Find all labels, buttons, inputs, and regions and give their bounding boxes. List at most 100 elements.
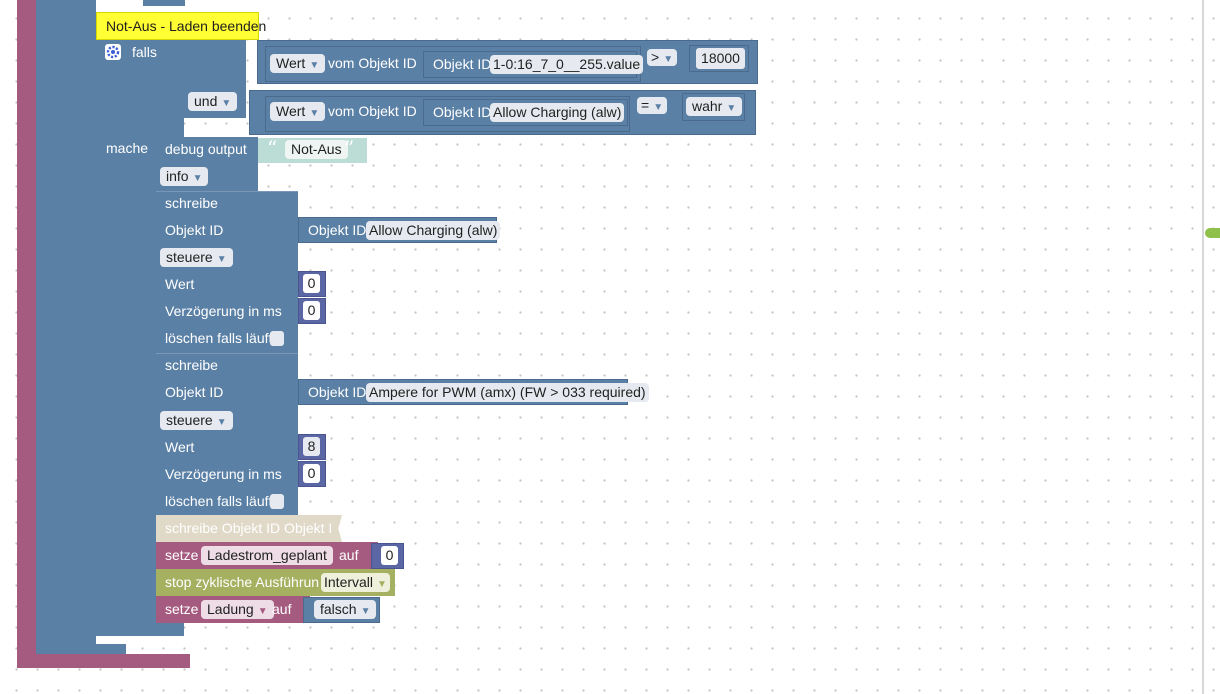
debug-level-dropdown[interactable]: info ▼: [160, 167, 209, 186]
debug-text-field[interactable]: Not-Aus: [285, 140, 348, 159]
cond2-object-name: Allow Charging (alw): [493, 104, 622, 120]
set-variable-block-1[interactable]: setze Ladestrom_geplant auf: [156, 542, 378, 569]
write1-delay-label: Verzögerung in ms: [165, 303, 282, 319]
cond2-operator-dropdown[interactable]: = ▼: [637, 97, 668, 114]
wrapper-block[interactable]: [36, 0, 96, 654]
cond2-from-label: vom Objekt ID: [328, 103, 417, 119]
set2-bool-dropdown[interactable]: falsch ▼: [314, 600, 377, 619]
cond2-operator-label: =: [641, 97, 650, 113]
set-variable-block-2[interactable]: setze Ladung ▼ auf: [156, 596, 310, 623]
cond1-from-label: vom Objekt ID: [328, 55, 417, 71]
and-operator-label: und: [194, 93, 218, 109]
write1-title: schreibe: [165, 195, 218, 211]
cond2-mode-label: Wert: [276, 103, 306, 119]
write2-object-label: Objekt ID: [165, 384, 224, 400]
quote-open-icon: “: [267, 136, 278, 160]
chevron-down-icon: ▼: [216, 417, 227, 428]
cond2-object-prefix: Objekt ID: [433, 104, 492, 120]
outer-event-block-bottom: [17, 654, 190, 668]
comment-box[interactable]: Not-Aus - Laden beenden: [96, 12, 266, 40]
disabled-write-label: schreibe Objekt ID Objekt I: [165, 520, 333, 536]
set2-bool-label: falsch: [320, 601, 357, 617]
and-operator-dropdown[interactable]: und ▼: [188, 92, 238, 111]
write1-object-label: Objekt ID: [165, 222, 224, 238]
write1-value-label: Wert: [165, 276, 195, 292]
write2-clear-checkbox[interactable]: [270, 494, 284, 509]
write1-clear-label: löschen falls läuft: [165, 330, 273, 346]
debug-text-block[interactable]: “ Not-Aus ”: [258, 138, 367, 163]
cond2-object-field[interactable]: Allow Charging (alw): [490, 103, 625, 122]
write2-delay-label: Verzögerung in ms: [165, 466, 282, 482]
write1-object-prefix: Objekt ID: [308, 222, 367, 238]
chevron-down-icon: ▼: [360, 606, 371, 617]
write2-value-label: Wert: [165, 439, 195, 455]
if-label: falls: [132, 44, 157, 60]
write2-object-field[interactable]: Ampere for PWM (amx) (FW > 033 required): [366, 383, 649, 402]
write2-delay-field[interactable]: 0: [303, 464, 320, 483]
stop-interval-block[interactable]: stop zyklische Ausführun Intervall ▼: [156, 569, 395, 596]
debug-output-label: debug output: [165, 141, 247, 157]
write1-clear-checkbox[interactable]: [270, 331, 284, 346]
stop-interval-label: stop zyklische Ausführun: [165, 574, 320, 590]
outer-event-block[interactable]: [17, 0, 36, 668]
chevron-down-icon: ▼: [192, 173, 203, 184]
write2-mode-label: steuere: [166, 412, 213, 428]
write2-clear-label: löschen falls läuft: [165, 493, 273, 509]
write2-mode-dropdown[interactable]: steuere ▼: [160, 411, 233, 430]
wrapper-block-bottom: [36, 644, 126, 654]
disabled-write-block[interactable]: schreibe Objekt ID Objekt I: [156, 515, 342, 542]
write2-delay: 0: [307, 465, 316, 481]
write1-object-name: Allow Charging (alw): [369, 222, 498, 238]
chevron-down-icon: ▼: [309, 60, 320, 71]
cond1-number-field[interactable]: 18000: [696, 48, 745, 69]
cond2-mode-dropdown[interactable]: Wert ▼: [270, 102, 326, 121]
chevron-down-icon: ▼: [663, 54, 674, 65]
debug-level-label: info: [166, 168, 189, 184]
gear-icon[interactable]: [105, 44, 121, 60]
stop-interval-name: Intervall: [324, 574, 374, 590]
cond2-bool-label: wahr: [692, 98, 723, 114]
cond1-operator-label: >: [651, 49, 660, 65]
set1-to-label: auf: [339, 547, 359, 563]
write2-value-field[interactable]: 8: [303, 437, 320, 456]
wrapper-top-stub: [143, 0, 185, 6]
write1-delay: 0: [307, 302, 316, 318]
write1-object-field[interactable]: Allow Charging (alw): [366, 221, 501, 240]
chevron-down-icon: ▼: [726, 103, 737, 114]
cond1-mode-label: Wert: [276, 55, 306, 71]
chevron-down-icon: ▼: [653, 102, 664, 113]
write2-value: 8: [307, 438, 316, 454]
chevron-down-icon: ▼: [309, 108, 320, 119]
write-block-2[interactable]: [156, 353, 298, 515]
write2-object-prefix: Objekt ID: [308, 384, 367, 400]
cond1-object-field[interactable]: 1-0:16_7_0__255.value: [490, 55, 644, 74]
cond1-number-value: 18000: [701, 50, 740, 66]
write1-delay-field[interactable]: 0: [303, 301, 320, 320]
do-label: mache: [106, 140, 149, 156]
workspace-scrollbar[interactable]: [1202, 0, 1204, 694]
do-block-bottom: [156, 623, 184, 636]
quote-close-icon: ”: [344, 136, 355, 160]
write1-value-field[interactable]: 0: [303, 274, 320, 293]
set1-value: 0: [385, 547, 394, 563]
cond1-object-prefix: Objekt ID: [433, 56, 492, 72]
cond2-bool-dropdown[interactable]: wahr ▼: [686, 97, 743, 116]
set1-variable-dropdown[interactable]: Ladestrom_geplant: [201, 546, 333, 565]
connector-stub: [1205, 228, 1220, 238]
set1-value-field[interactable]: 0: [381, 546, 398, 565]
cond1-operator-dropdown[interactable]: > ▼: [647, 49, 678, 66]
write1-mode-label: steuere: [166, 249, 213, 265]
chevron-down-icon: ▼: [377, 579, 387, 590]
comment-text: Not-Aus - Laden beenden: [106, 18, 267, 34]
set1-label: setze: [165, 547, 199, 563]
chevron-down-icon: ▼: [257, 606, 268, 617]
chevron-down-icon: ▼: [221, 98, 232, 109]
write1-mode-dropdown[interactable]: steuere ▼: [160, 248, 233, 267]
set2-label: setze: [165, 601, 199, 617]
stop-interval-dropdown[interactable]: Intervall ▼: [321, 573, 390, 592]
write1-value: 0: [307, 275, 316, 291]
cond1-mode-dropdown[interactable]: Wert ▼: [270, 54, 326, 73]
write2-object-name: Ampere for PWM (amx) (FW > 033 required): [369, 384, 646, 400]
chevron-down-icon: ▼: [216, 254, 227, 265]
set2-variable-dropdown[interactable]: Ladung ▼: [201, 600, 274, 619]
